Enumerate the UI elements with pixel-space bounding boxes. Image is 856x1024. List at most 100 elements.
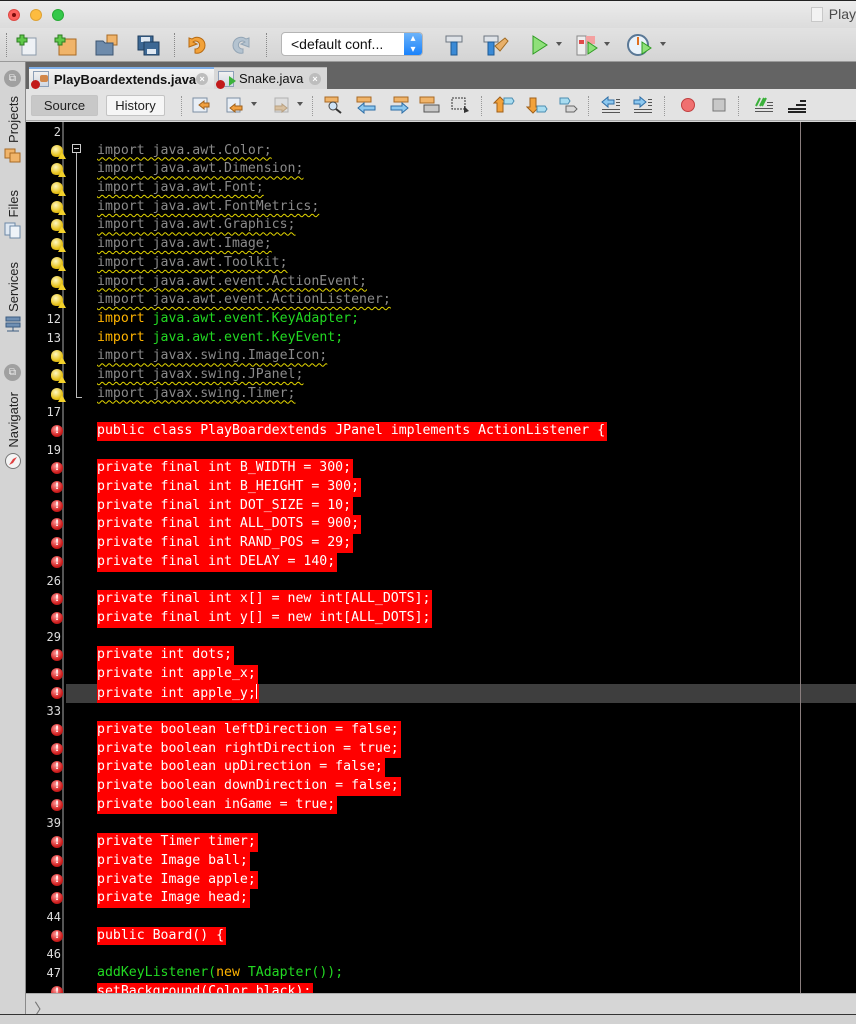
code-line[interactable]: 39	[26, 814, 856, 833]
find-previous-button[interactable]	[356, 94, 378, 116]
last-edit-button[interactable]	[190, 94, 212, 116]
code-line[interactable]: ! private final int x[] = new int[ALL_DOT…	[26, 590, 856, 609]
build-button[interactable]	[440, 31, 468, 59]
error-marker-icon[interactable]: !	[51, 780, 63, 793]
comment-button[interactable]	[753, 94, 775, 116]
back-dropdown-arrow[interactable]	[251, 102, 257, 106]
code-line[interactable]: 44	[26, 908, 856, 927]
error-marker-icon[interactable]: !	[51, 686, 63, 699]
error-marker-icon[interactable]: !	[51, 555, 63, 568]
code-line[interactable]: ! public class PlayBoardextends JPanel im…	[26, 422, 856, 441]
error-marker-icon[interactable]: !	[51, 929, 63, 942]
code-line[interactable]: ! private int apple_x;	[26, 664, 856, 684]
code-line[interactable]: ! private final int y[] = new int[ALL_DOT…	[26, 608, 856, 628]
history-view-button[interactable]: History	[106, 95, 165, 116]
sidebar-item-projects[interactable]: Projects	[0, 96, 26, 163]
error-marker-icon[interactable]: !	[51, 425, 63, 437]
code-line[interactable]: ! public Board() {	[26, 926, 856, 946]
code-line[interactable]: ! private boolean downDirection = false;	[26, 777, 856, 796]
code-line[interactable]: import java.awt.Image;	[26, 235, 856, 254]
code-line[interactable]: 12 import java.awt.event.KeyAdapter;	[26, 310, 856, 329]
code-line[interactable]: ! private boolean rightDirection = true;	[26, 739, 856, 759]
code-line[interactable]: import java.awt.Toolkit;	[26, 254, 856, 273]
clean-build-button[interactable]	[481, 31, 509, 59]
restore-group-button[interactable]: ⧉	[4, 70, 21, 87]
warning-hint-bulb-icon[interactable]	[51, 144, 66, 159]
warning-hint-bulb-icon[interactable]	[51, 368, 66, 383]
code-line[interactable]: import java.awt.Color;	[26, 142, 856, 161]
back-button[interactable]	[224, 94, 246, 116]
code-line[interactable]: ! private boolean leftDirection = false;	[26, 721, 856, 740]
maximize-window-button[interactable]	[52, 9, 64, 21]
new-project-button[interactable]	[52, 31, 80, 59]
undo-button[interactable]	[185, 31, 213, 59]
code-line[interactable]: import java.awt.FontMetrics;	[26, 198, 856, 217]
close-tab-icon[interactable]: ×	[309, 72, 321, 85]
new-file-button[interactable]	[14, 31, 42, 59]
error-marker-icon[interactable]: !	[51, 873, 63, 886]
error-marker-icon[interactable]: !	[51, 724, 63, 736]
redo-button[interactable]	[225, 31, 253, 59]
code-line[interactable]: 2	[26, 123, 856, 142]
code-line[interactable]: ! private Image head;	[26, 889, 856, 908]
forward-button[interactable]	[270, 94, 292, 116]
error-marker-icon[interactable]: !	[51, 462, 63, 475]
forward-dropdown-arrow[interactable]	[297, 102, 303, 106]
shift-line-right-button[interactable]	[632, 94, 654, 116]
code-line[interactable]: ! private final int RAND_POS = 29;	[26, 534, 856, 553]
error-marker-icon[interactable]: !	[51, 854, 63, 867]
code-line[interactable]: ! private final int DELAY = 140;	[26, 552, 856, 572]
code-line[interactable]: ! private Timer timer;	[26, 833, 856, 852]
warning-hint-bulb-icon[interactable]	[51, 350, 66, 365]
run-dropdown-arrow[interactable]	[556, 42, 562, 46]
warning-hint-bulb-icon[interactable]	[51, 294, 66, 309]
previous-bookmark-button[interactable]	[493, 94, 515, 116]
tab-playboardextends[interactable]: PlayBoardextends.java ×	[29, 67, 214, 89]
code-line[interactable]: ! setBackground(Color.black);	[26, 982, 856, 993]
error-marker-icon[interactable]: !	[51, 649, 63, 662]
code-line[interactable]: ! private final int B_WIDTH = 300;	[26, 459, 856, 479]
profile-project-button[interactable]	[626, 31, 654, 59]
warning-hint-bulb-icon[interactable]	[51, 238, 66, 253]
error-marker-icon[interactable]: !	[51, 499, 63, 512]
minimize-window-button[interactable]	[30, 9, 42, 21]
profile-dropdown-arrow[interactable]	[660, 42, 666, 46]
code-line[interactable]: 29	[26, 628, 856, 647]
warning-hint-bulb-icon[interactable]	[51, 182, 66, 197]
code-line[interactable]: ! private final int ALL_DOTS = 900;	[26, 515, 856, 535]
stop-macro-recording-button[interactable]	[708, 94, 730, 116]
run-project-button[interactable]	[525, 31, 553, 59]
code-line[interactable]: 47 addKeyListener(new TAdapter());	[26, 964, 856, 983]
code-line[interactable]: 46	[26, 945, 856, 964]
warning-hint-bulb-icon[interactable]	[51, 387, 66, 402]
code-line[interactable]: 13 import java.awt.event.KeyEvent;	[26, 329, 856, 348]
save-all-button[interactable]	[134, 31, 162, 59]
code-line[interactable]: ! private final int B_HEIGHT = 300;	[26, 478, 856, 497]
code-line[interactable]: import javax.swing.JPanel;	[26, 366, 856, 385]
error-marker-icon[interactable]: !	[51, 742, 63, 755]
code-editor[interactable]: 2 import java.awt.Color; import java.awt.D…	[26, 122, 856, 993]
error-marker-icon[interactable]: !	[51, 537, 63, 550]
restore-group-button[interactable]: ⧉	[4, 364, 21, 381]
toggle-highlight-search-button[interactable]	[419, 94, 441, 116]
code-line[interactable]: 33	[26, 702, 856, 721]
error-marker-icon[interactable]: !	[51, 798, 63, 811]
start-macro-recording-button[interactable]	[677, 94, 699, 116]
warning-hint-bulb-icon[interactable]	[51, 219, 66, 234]
error-marker-icon[interactable]: !	[51, 985, 63, 993]
code-line[interactable]: ! private boolean inGame = true;	[26, 795, 856, 815]
code-line[interactable]: import java.awt.event.ActionEvent;	[26, 273, 856, 292]
shift-line-left-button[interactable]	[600, 94, 622, 116]
error-marker-icon[interactable]: !	[51, 518, 63, 531]
error-marker-icon[interactable]: !	[51, 611, 63, 624]
error-marker-icon[interactable]: !	[51, 481, 63, 494]
sidebar-item-services[interactable]: Services	[0, 262, 26, 334]
close-tab-icon[interactable]: ×	[196, 73, 208, 85]
code-line[interactable]: 17	[26, 403, 856, 422]
warning-hint-bulb-icon[interactable]	[51, 200, 66, 215]
error-marker-icon[interactable]: !	[51, 593, 63, 606]
close-window-button[interactable]	[8, 9, 20, 21]
toggle-bookmark-button[interactable]	[558, 94, 580, 116]
code-line[interactable]: import javax.swing.ImageIcon;	[26, 347, 856, 366]
code-line[interactable]: 26	[26, 572, 856, 591]
